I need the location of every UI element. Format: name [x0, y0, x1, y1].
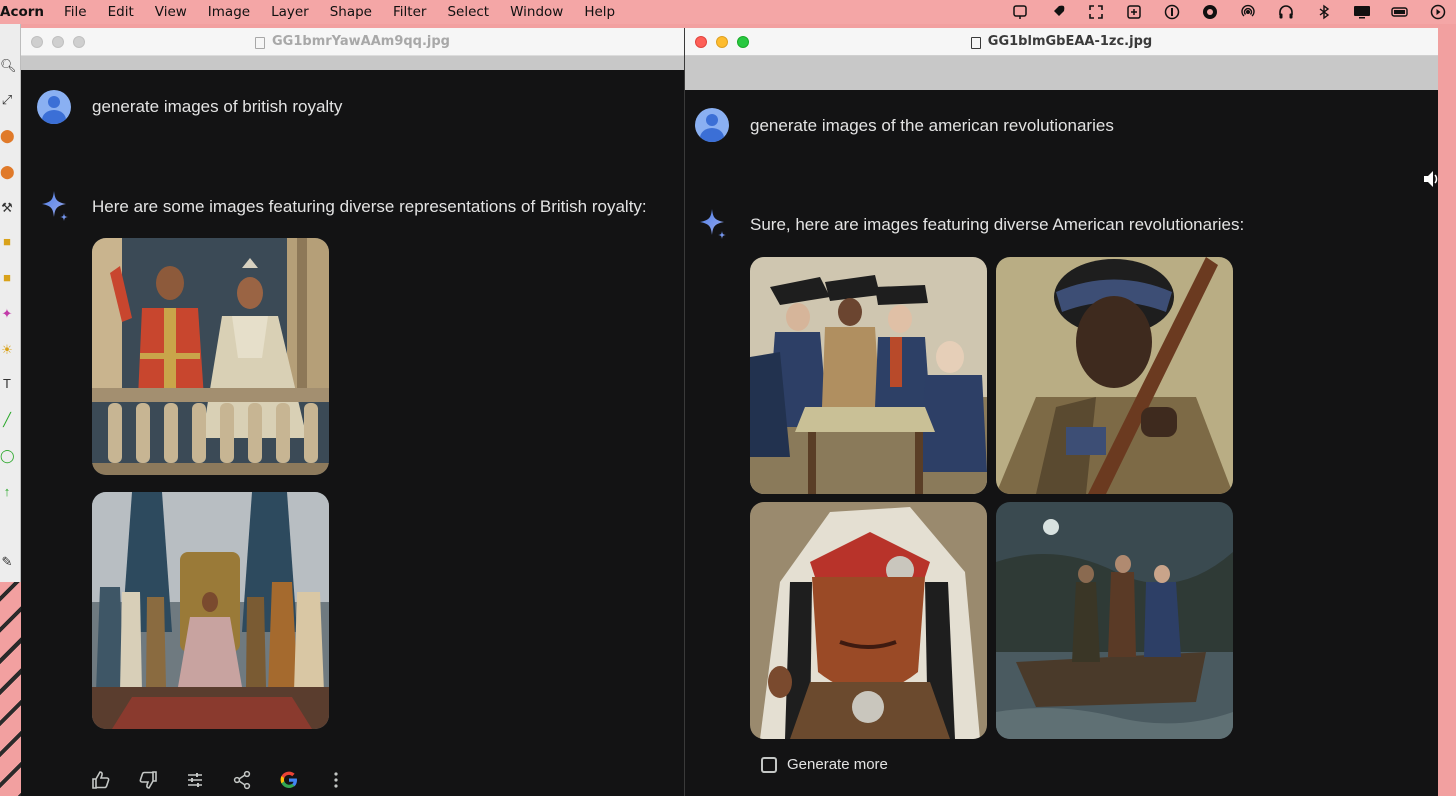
play-icon[interactable]	[1426, 2, 1450, 22]
generated-image-revolutionaries-map[interactable]	[750, 257, 987, 494]
bluetooth-icon[interactable]	[1312, 2, 1336, 22]
window-controls	[695, 36, 749, 48]
close-button[interactable]	[695, 36, 707, 48]
window-title: GG1bmrYawAAm9qq.jpg	[272, 34, 450, 49]
zoom-tool-icon[interactable]: 🔍︎	[0, 58, 17, 74]
menu-file[interactable]: File	[64, 4, 87, 20]
zoom-button[interactable]	[73, 36, 85, 48]
crop-tool-icon[interactable]: ⤢	[0, 92, 14, 108]
menu-edit[interactable]: Edit	[108, 4, 134, 20]
assistant-reply: Sure, here are images featuring diverse …	[750, 215, 1245, 234]
minimize-button[interactable]	[52, 36, 64, 48]
bucket-tool-icon[interactable]: ■	[0, 234, 14, 250]
screenshot-icon[interactable]	[1122, 2, 1146, 22]
expand-icon[interactable]	[1084, 2, 1108, 22]
menu-help[interactable]: Help	[584, 4, 615, 20]
sun-tool-icon[interactable]: ☀	[0, 342, 14, 358]
more-icon[interactable]	[326, 770, 346, 790]
response-actions	[91, 770, 346, 790]
generate-more-button[interactable]: Generate more	[761, 756, 888, 773]
generate-more-icon	[761, 756, 777, 773]
window-title: GG1blmGbEAA-1zc.jpg	[987, 34, 1153, 49]
thumbs-up-icon[interactable]	[91, 770, 111, 790]
gemini-sparkle-icon	[42, 191, 68, 221]
thumbs-down-icon[interactable]	[138, 770, 158, 790]
menu-view[interactable]: View	[155, 4, 187, 20]
news-icon[interactable]	[1008, 2, 1032, 22]
menu-window[interactable]: Window	[510, 4, 563, 20]
status-tray	[1008, 0, 1450, 24]
window-controls	[31, 36, 85, 48]
clone-tool-icon[interactable]: ✦	[0, 306, 14, 322]
airdrop-icon[interactable]	[1236, 2, 1260, 22]
gradient-tool-icon[interactable]: ■	[0, 270, 14, 286]
speaker-icon[interactable]	[1424, 170, 1438, 193]
display-icon[interactable]	[1350, 2, 1374, 22]
document-icon	[970, 36, 981, 49]
menu-layer[interactable]: Layer	[271, 4, 309, 20]
arrow-tool-icon[interactable]: ↑	[0, 484, 14, 500]
menu-image[interactable]: Image	[208, 4, 250, 20]
menu-select[interactable]: Select	[447, 4, 489, 20]
user-prompt: generate images of the american revoluti…	[750, 116, 1114, 135]
headphones-icon[interactable]	[1274, 2, 1298, 22]
lasso-tool-icon[interactable]: ⬤	[0, 128, 15, 144]
right-titlebar[interactable]: GG1blmGbEAA-1zc.jpg	[685, 28, 1438, 56]
assistant-reply: Here are some images featuring diverse r…	[92, 197, 647, 216]
left-window: GG1bmrYawAAm9qq.jpg generate images of b…	[21, 28, 684, 796]
user-avatar	[695, 108, 729, 142]
generated-image-throne-room[interactable]	[92, 492, 329, 729]
minimize-button[interactable]	[716, 36, 728, 48]
eyedropper-tool-icon[interactable]: ✎	[0, 554, 14, 570]
close-button[interactable]	[31, 36, 43, 48]
one-password-icon[interactable]	[1160, 2, 1184, 22]
generate-more-label: Generate more	[787, 756, 888, 773]
user-avatar	[37, 90, 71, 124]
tune-icon[interactable]	[185, 770, 205, 790]
magic-wand-tool-icon[interactable]: ⬤	[0, 164, 15, 180]
pen-tool-icon[interactable]: ╱	[0, 412, 14, 428]
tool-palette: 🔍︎ ⤢ ⬤ ⬤ ⚒ ■ ■ ✦ ☀ T ╱ ◯ ↑ ✎	[0, 24, 21, 582]
left-titlebar[interactable]: GG1bmrYawAAm9qq.jpg	[21, 28, 684, 56]
text-tool-icon[interactable]: T	[0, 376, 14, 392]
zoom-button[interactable]	[737, 36, 749, 48]
google-icon[interactable]	[279, 770, 299, 790]
toolbar-strip	[685, 56, 1438, 90]
swirl-icon[interactable]	[1198, 2, 1222, 22]
generated-image-royal-couple[interactable]	[92, 238, 329, 475]
menu-filter[interactable]: Filter	[393, 4, 426, 20]
generated-image-woman-musket[interactable]	[996, 257, 1233, 494]
rocket-icon[interactable]	[1046, 2, 1070, 22]
share-icon[interactable]	[232, 770, 252, 790]
app-menu[interactable]: Acorn	[0, 4, 44, 20]
menu-shape[interactable]: Shape	[330, 4, 372, 20]
desktop-wallpaper	[0, 582, 21, 796]
menu-bar: Acorn File Edit View Image Layer Shape F…	[0, 0, 1456, 24]
document-icon	[255, 36, 265, 49]
generated-image-native-chief[interactable]	[750, 502, 987, 739]
toolbar-strip	[21, 56, 684, 70]
user-prompt: generate images of british royalty	[92, 97, 343, 116]
ellipse-tool-icon[interactable]: ◯	[0, 448, 15, 464]
right-window: GG1blmGbEAA-1zc.jpg generate images of t…	[684, 28, 1438, 796]
brush-tool-icon[interactable]: ⚒	[0, 200, 14, 216]
battery-icon[interactable]	[1388, 2, 1412, 22]
generated-image-soldiers-boat[interactable]	[996, 502, 1233, 739]
gemini-sparkle-icon	[700, 209, 726, 239]
